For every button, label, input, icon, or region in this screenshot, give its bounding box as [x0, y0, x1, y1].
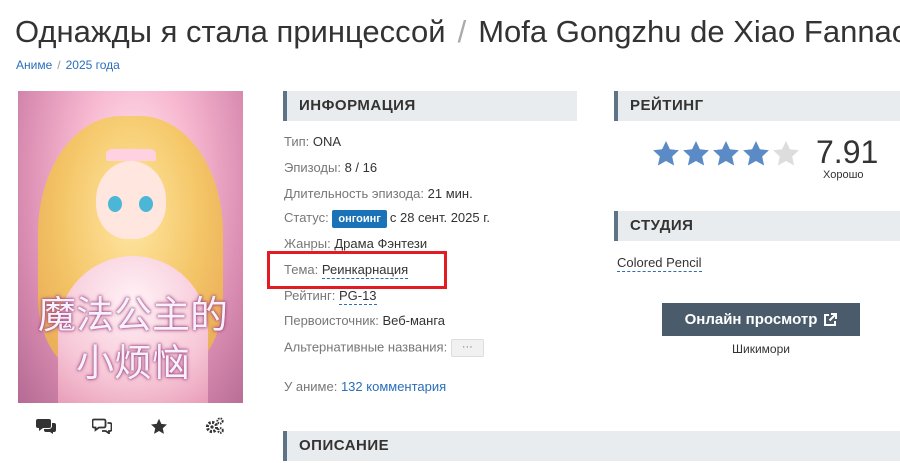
status-label: Статус: — [284, 210, 329, 225]
star-filled-icon — [683, 141, 709, 166]
poster-tiara — [106, 149, 156, 161]
external-link-icon — [824, 312, 838, 326]
info-comments: У аниме: 132 комментария — [284, 379, 446, 394]
watch-online-button[interactable]: Онлайн просмотр — [662, 303, 860, 336]
title-ru: Однажды я стала принцессой — [15, 14, 446, 49]
breadcrumb-anime[interactable]: Аниме — [16, 58, 52, 72]
alt-names-button[interactable]: ··· — [450, 339, 484, 357]
poster-eye-right — [139, 196, 153, 212]
studio-link[interactable]: Colored Pencil — [617, 255, 702, 272]
highlight-box — [267, 251, 447, 289]
info-duration: Длительность эпизода: 21 мин. — [284, 186, 473, 201]
info-rating: Рейтинг: PG-13 — [284, 288, 377, 305]
poster-image[interactable]: 魔法公主的 小烦恼 — [18, 91, 243, 403]
poster-title-cn: 魔法公主的 小烦恼 — [38, 291, 228, 387]
info-alt-names: Альтернативные названия: ··· — [284, 339, 484, 357]
rating-score: 7.91 — [816, 134, 879, 170]
rating-stars — [652, 140, 802, 168]
type-label: Тип: — [284, 134, 310, 149]
status-badge: онгоинг — [332, 210, 387, 228]
breadcrumb-year[interactable]: 2025 года — [66, 58, 120, 72]
rating-heading: РЕЙТИНГ — [614, 91, 900, 121]
poster-title-line2: 小烦恼 — [75, 341, 190, 385]
info-heading: ИНФОРМАЦИЯ — [283, 91, 577, 121]
breadcrumb-separator: / — [57, 58, 61, 72]
info-source: Первоисточник: Веб-манга — [284, 313, 445, 328]
rating-score-label: Хорошо — [823, 169, 864, 181]
title-romaji: Mofa Gongzhu de Xiao Fannao — [478, 14, 900, 49]
type-value: ONA — [312, 134, 342, 149]
stars-svg — [653, 141, 799, 166]
info-type: Тип: ONA — [284, 134, 341, 149]
comments-link[interactable]: 132 комментария — [341, 379, 446, 394]
duration-value: 21 мин. — [427, 186, 473, 201]
rating-value[interactable]: PG-13 — [338, 288, 377, 305]
info-episodes: Эпизоды: 8 / 16 — [284, 160, 377, 175]
settings-gears-icon[interactable] — [205, 416, 225, 436]
studio-entry: Colored Pencil — [617, 255, 702, 272]
comments-label: У аниме: — [284, 379, 338, 394]
watch-online-label: Онлайн просмотр — [684, 311, 818, 328]
poster-eye-left — [108, 196, 122, 212]
poster-face — [96, 161, 166, 239]
info-genres: Жанры: Драма Фэнтези — [284, 236, 428, 253]
star-empty-icon — [773, 141, 799, 166]
favorite-star-icon[interactable] — [149, 416, 169, 436]
star-filled-icon — [653, 141, 679, 166]
source-label: Первоисточник: — [284, 313, 379, 328]
episodes-value: 8 / 16 — [344, 160, 378, 175]
episodes-label: Эпизоды: — [284, 160, 341, 175]
watch-provider: Шикимори — [732, 342, 790, 356]
title-separator: / — [457, 14, 467, 49]
info-status: Статус: онгоинг с 28 сент. 2025 г. — [284, 210, 490, 228]
studio-heading: СТУДИЯ — [614, 211, 900, 241]
genres-label: Жанры: — [284, 236, 331, 251]
star-filled-icon — [743, 141, 769, 166]
description-heading: ОПИСАНИЕ — [283, 431, 900, 461]
discussion-icon[interactable] — [92, 416, 113, 436]
page-title: Однажды я стала принцессой / Mofa Gongzhu … — [15, 14, 900, 50]
poster-actions — [18, 416, 243, 436]
star-filled-icon — [713, 141, 739, 166]
comments-icon[interactable] — [36, 416, 57, 436]
duration-label: Длительность эпизода: — [284, 186, 424, 201]
source-value: Веб-манга — [382, 313, 446, 328]
breadcrumb: Аниме / 2025 года — [16, 58, 120, 72]
status-value: с 28 сент. 2025 г. — [389, 210, 490, 225]
rating-label: Рейтинг: — [284, 288, 336, 303]
alt-names-label: Альтернативные названия: — [284, 339, 448, 355]
poster-title-line1: 魔法公主的 — [38, 293, 229, 337]
